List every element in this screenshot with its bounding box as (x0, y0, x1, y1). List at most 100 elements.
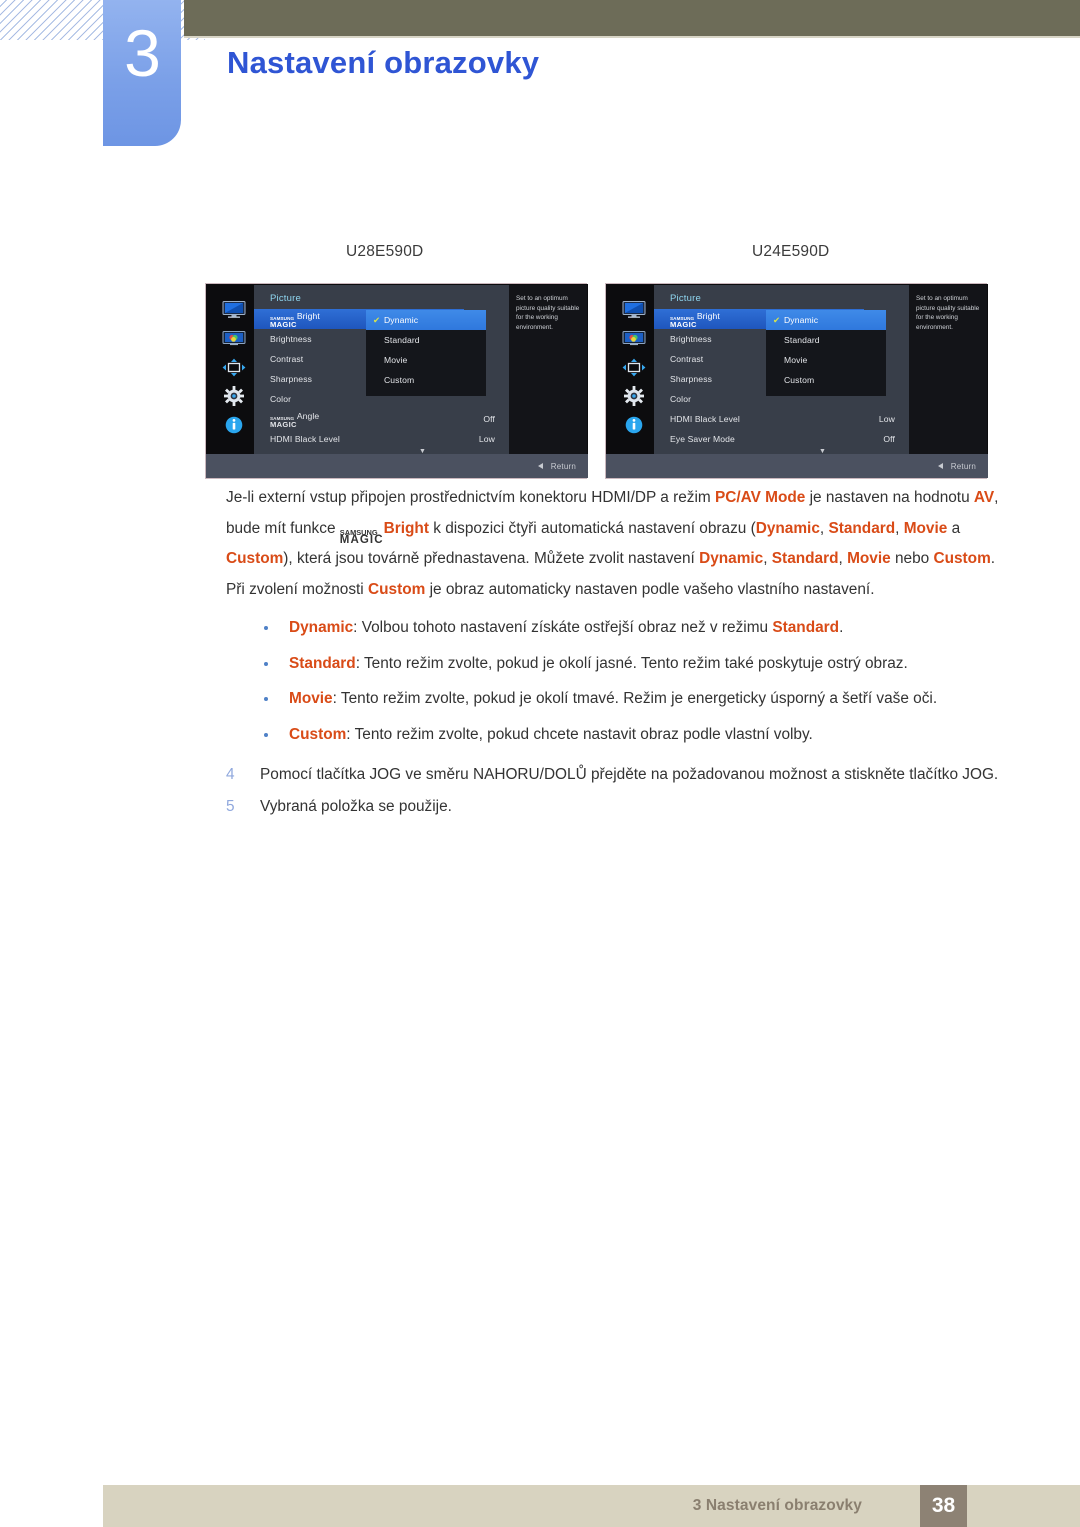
osd-menu-title: Picture (670, 293, 701, 304)
highlight-custom: Custom (933, 550, 991, 568)
osd-menu-item[interactable]: SAMSUNG MAGIC Angle Off (254, 409, 509, 429)
highlight-custom: Custom (226, 550, 284, 568)
bullet-text-tail: . (839, 619, 844, 637)
gear-settings-icon[interactable] (622, 386, 647, 406)
list-item: Custom: Tento režim zvolte, pokud chcete… (226, 720, 1011, 750)
step-text: Pomocí tlačítka JOG ve směru NAHORU/DOLŮ… (260, 765, 999, 783)
osd-menu-item[interactable]: HDMI Black Level Low (654, 409, 909, 429)
intro-paragraph: Je-li externí vstup připojen prostřednic… (226, 489, 999, 598)
osd-submenu-item-label: Dynamic (784, 315, 819, 325)
highlight-standard: Standard (828, 519, 896, 537)
check-icon: ✔ (773, 376, 784, 385)
model-label-left: U28E590D (346, 243, 424, 260)
osd-menu-item[interactable]: Eye Saver Mode Off (654, 429, 909, 449)
osd-menu-item-label: Eye Saver Mode (670, 434, 735, 444)
step-text: Vybraná položka se použije. (260, 797, 452, 815)
step-number: 4 (226, 765, 235, 783)
footer-page-box: 38 (920, 1485, 967, 1527)
osd-submenu-item-label: Dynamic (384, 315, 419, 325)
osd-submenu-item-label: Movie (784, 355, 808, 365)
osd-submenu-item[interactable]: ✔Custom (366, 370, 486, 390)
step-number: 5 (226, 797, 235, 815)
osd-submenu-panel: ✔Dynamic✔Standard✔Movie✔Custom (766, 310, 886, 396)
list-item: 4 Pomocí tlačítka JOG ve směru NAHORU/DOL… (226, 760, 1011, 790)
return-arrow-icon (537, 463, 543, 469)
return-label: Return (950, 461, 976, 471)
osd-description-panel: Set to an optimum picture quality suitab… (909, 285, 987, 456)
samsung-magic-logo-inline: SAMSUNG MAGIC (339, 527, 384, 546)
osd-submenu-item[interactable]: ✔Movie (766, 350, 886, 370)
gear-settings-icon[interactable] (222, 386, 247, 406)
osd-icon-rail (614, 289, 654, 456)
list-item: Movie: Tento režim zvolte, pokud je okol… (226, 684, 1011, 714)
osd-return-bar[interactable]: Return (206, 454, 588, 478)
info-icon[interactable] (622, 416, 647, 434)
info-icon[interactable] (222, 416, 247, 434)
highlight-av: AV (973, 489, 995, 506)
osd-menu-item-label: HDMI Black Level (670, 414, 740, 424)
osd-submenu-item[interactable]: ✔Standard (766, 330, 886, 350)
osd-description-panel: Set to an optimum picture quality suitab… (509, 285, 587, 456)
osd-menu-item[interactable]: HDMI Black Level Low (254, 429, 509, 449)
bullet-text: : Tento režim zvolte, pokud je okolí tma… (332, 690, 938, 708)
bullet-text: : Tento režim zvolte, pokud je okolí jas… (355, 654, 908, 672)
footer-chapter-label: 3 Nastavení obrazovky (692, 1497, 862, 1514)
samsung-magic-logo: SAMSUNG MAGIC Bright (670, 310, 720, 329)
osd-icon-rail (214, 289, 254, 456)
bullet-term: Dynamic (289, 619, 354, 637)
body-content: Je-li externí vstup připojen prostřednic… (226, 483, 1011, 824)
chapter-number: 3 (124, 16, 161, 90)
osd-submenu-item-label: Custom (784, 375, 815, 385)
samsung-magic-logo: SAMSUNG MAGIC Bright (270, 310, 320, 329)
osd-submenu-item[interactable]: ✔Movie (366, 350, 486, 370)
picture-color-icon[interactable] (222, 329, 247, 347)
check-icon: ✔ (373, 376, 384, 385)
osd-return-bar[interactable]: Return (606, 454, 988, 478)
osd-menu-item-value: Low (478, 434, 495, 444)
check-icon: ✔ (373, 314, 381, 325)
check-icon: ✔ (373, 356, 384, 365)
osd-submenu-item[interactable]: ✔ Dynamic (366, 310, 486, 330)
monitor-display-icon[interactable] (222, 300, 247, 318)
osd-submenu-item-label: Custom (384, 375, 415, 385)
osd-submenu-panel: ✔Dynamic✔Standard✔Movie✔Custom (366, 310, 486, 396)
highlight-dynamic: Dynamic (755, 519, 820, 537)
osd-menu-title: Picture (270, 293, 301, 304)
osd-submenu-item[interactable]: ✔Standard (366, 330, 486, 350)
osd-menu-item-value: Off (483, 414, 495, 424)
osd-submenu-item-label: Standard (784, 335, 820, 345)
highlight-custom: Custom (368, 580, 426, 598)
osd-submenu-item[interactable]: ✔Custom (766, 370, 886, 390)
picture-color-icon[interactable] (622, 329, 647, 347)
check-icon: ✔ (773, 314, 781, 325)
highlight-standard: Standard (771, 550, 839, 568)
header-underline (184, 36, 1080, 38)
highlight-dynamic: Dynamic (699, 550, 764, 568)
return-label: Return (550, 461, 576, 471)
osd-submenu-item-label: Standard (384, 335, 420, 345)
osd-menu-item-label: SAMSUNG MAGIC Angle (270, 411, 475, 428)
osd-menu-item-label: HDMI Black Level (270, 434, 340, 444)
return-arrow-icon (937, 463, 943, 469)
model-label-right: U24E590D (752, 243, 830, 260)
osd-menu-item-value: Off (883, 434, 895, 444)
list-item: Dynamic: Volbou tohoto nastavení získáte… (226, 613, 1011, 643)
monitor-display-icon[interactable] (622, 300, 647, 318)
osd-screenshot-u24e590d: Picture SAMSUNG MAGIC Bright Brightness Cont… (605, 283, 988, 479)
bullet-text: : Tento režim zvolte, pokud chcete nasta… (346, 725, 813, 743)
highlight-movie: Movie (847, 550, 891, 568)
bullet-text: : Volbou tohoto nastavení získáte ostřej… (353, 619, 773, 637)
osd-menu-item-value: Low (878, 414, 895, 424)
four-arrows-position-icon[interactable] (222, 358, 247, 376)
numbered-steps: 4 Pomocí tlačítka JOG ve směru NAHORU/DOL… (226, 760, 1011, 822)
osd-submenu-item[interactable]: ✔ Dynamic (766, 310, 886, 330)
page-title: Nastavení obrazovky (227, 45, 540, 80)
check-icon: ✔ (773, 336, 784, 345)
highlight-pcav-mode: PC/AV Mode (714, 489, 806, 506)
four-arrows-position-icon[interactable] (622, 358, 647, 376)
bullet-term: Custom (289, 725, 347, 743)
page-root: 3 Nastavení obrazovky U28E590D U24E590D (0, 0, 1080, 1527)
highlight-bright: Bright (383, 519, 429, 537)
check-icon: ✔ (773, 356, 784, 365)
list-item: Standard: Tento režim zvolte, pokud je o… (226, 649, 1011, 679)
